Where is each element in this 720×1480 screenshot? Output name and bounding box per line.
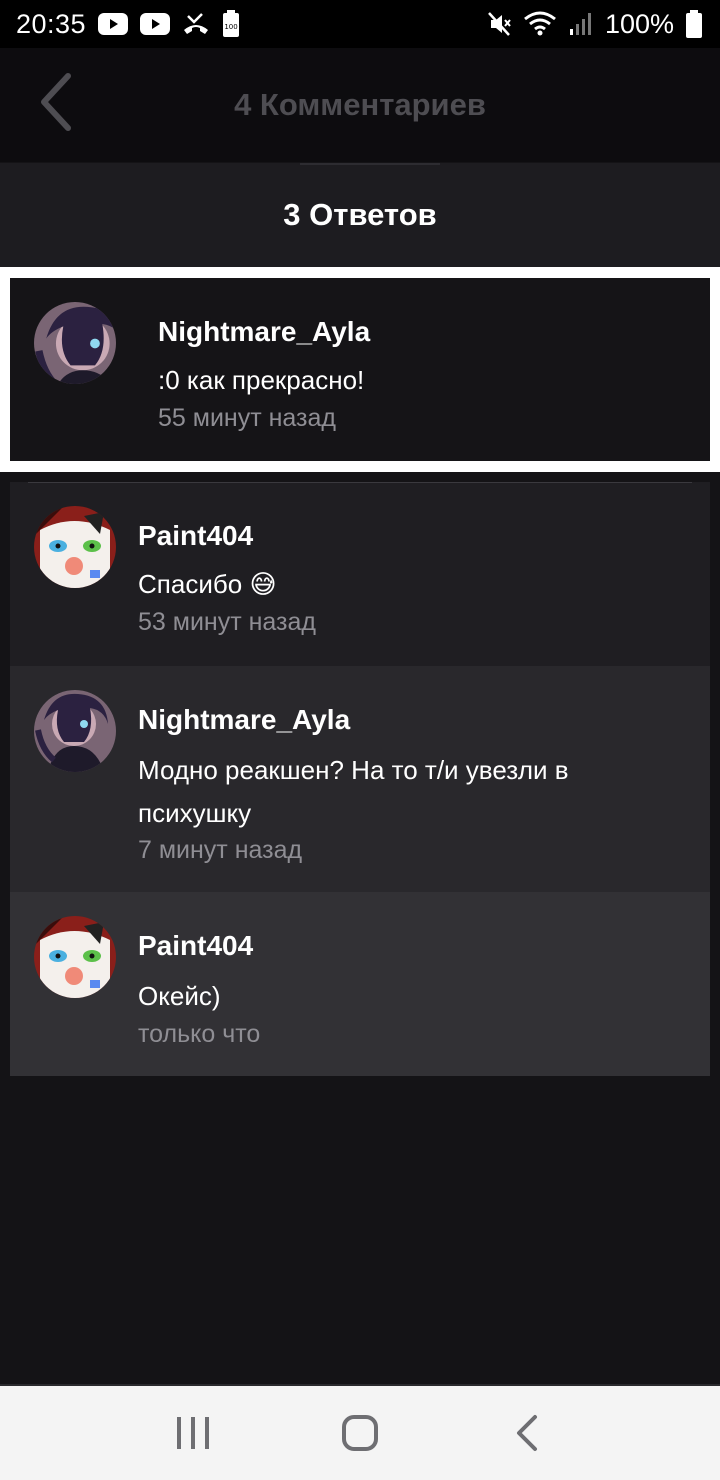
divider: [300, 163, 440, 165]
comment-author[interactable]: Nightmare_Ayla: [158, 316, 370, 348]
reply-timestamp: 7 минут назад: [138, 836, 303, 864]
reply-text-line-1: Модно реакшен? На то т/и увезли в: [138, 755, 569, 785]
reply-text-line-2: психушку: [138, 798, 252, 828]
reply-item[interactable]: Nightmare_Ayla Модно реакшен? На то т/и …: [10, 666, 710, 892]
home-icon: [341, 1415, 378, 1451]
system-nav-bar: [0, 1384, 720, 1480]
reply-timestamp: только что: [138, 1020, 261, 1048]
reply-timestamp: 53 минут назад: [138, 608, 316, 636]
home-button[interactable]: [325, 1398, 395, 1468]
divider: [28, 482, 692, 483]
main-comment-frame: Nightmare_Ayla :0 как прекрасно! 55 мину…: [0, 267, 720, 472]
youtube-icon: [140, 13, 171, 35]
reply-author[interactable]: Paint404: [138, 930, 253, 962]
chevron-left-icon: [41, 73, 71, 131]
reply-author[interactable]: Paint404: [138, 520, 253, 552]
youtube-icon: [98, 13, 129, 35]
main-comment[interactable]: Nightmare_Ayla :0 как прекрасно! 55 мину…: [10, 278, 710, 461]
signal-icon: [569, 12, 593, 36]
back-button[interactable]: [34, 72, 78, 132]
status-bar: 20:35 100 100%: [0, 0, 720, 48]
battery-percent: 100%: [604, 8, 674, 39]
missed-call-icon: [182, 12, 210, 36]
system-back-button[interactable]: [492, 1398, 562, 1468]
replies-count-bar: 3 Ответов: [0, 163, 720, 267]
comment-text: :0 как прекрасно!: [158, 365, 365, 395]
avatar[interactable]: [34, 916, 116, 998]
grinning-sweat-emoji: 😅: [249, 569, 277, 599]
reply-item[interactable]: Paint404 Окейс) только что: [10, 892, 710, 1076]
avatar[interactable]: [34, 302, 116, 384]
avatar[interactable]: [34, 690, 116, 772]
recent-apps-icon: [177, 1417, 210, 1449]
wifi-icon: [523, 11, 557, 37]
page-title: 4 Комментариев: [234, 87, 486, 122]
recent-apps-button[interactable]: [158, 1398, 228, 1468]
svg-text:100: 100: [224, 23, 237, 31]
reply-item[interactable]: Paint404 Спасибо 😅 53 минут назад: [10, 482, 710, 666]
comment-timestamp: 55 минут назад: [158, 404, 336, 432]
battery-saver-icon: 100: [222, 10, 240, 38]
battery-icon: [686, 10, 702, 38]
reply-text-content: Спасибо: [138, 569, 243, 599]
replies-title: 3 Ответов: [283, 197, 437, 232]
mute-icon: [487, 11, 511, 37]
comments-header: 4 Комментариев: [0, 48, 720, 162]
chevron-left-icon: [516, 1415, 537, 1451]
reply-text: Окейс): [138, 981, 221, 1011]
status-time: 20:35: [16, 8, 87, 39]
avatar[interactable]: [34, 506, 116, 588]
reply-text: Спасибо 😅: [138, 563, 277, 606]
reply-author[interactable]: Nightmare_Ayla: [138, 704, 350, 736]
